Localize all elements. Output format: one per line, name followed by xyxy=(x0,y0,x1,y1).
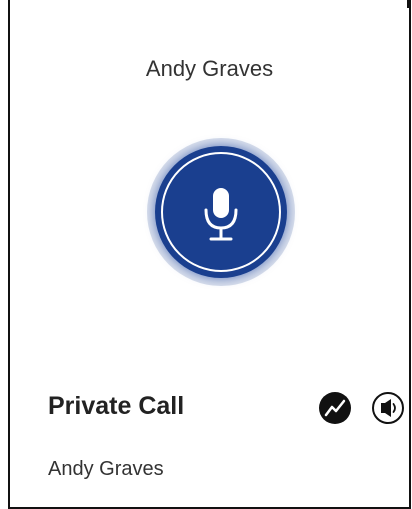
frame-edge xyxy=(407,0,409,8)
signal-trend-icon xyxy=(324,399,346,417)
participant-name: Andy Graves xyxy=(48,458,164,480)
microphone-icon xyxy=(204,188,238,241)
speaker-button[interactable] xyxy=(372,392,404,424)
caller-name: Andy Graves xyxy=(145,56,274,81)
push-to-talk-button[interactable] xyxy=(155,146,287,278)
call-type-label: Private Call xyxy=(48,392,185,420)
call-panel: Andy Graves Private Call Andy Graves xyxy=(8,0,411,509)
speaker-icon xyxy=(381,399,396,417)
signal-button[interactable] xyxy=(319,392,351,424)
ptt-glow xyxy=(147,138,295,286)
